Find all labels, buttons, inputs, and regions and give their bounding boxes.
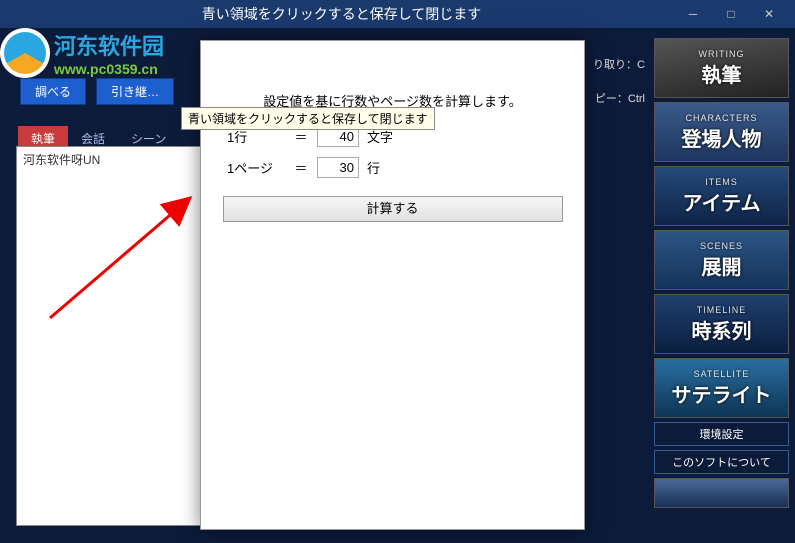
- logo-text: 河东软件园 www.pc0359.cn: [54, 29, 164, 77]
- nav-jp-label: 登場人物: [682, 123, 762, 152]
- calc-dialog: 設定値を基に行数やページ数を計算します。 青い領域をクリックすると保存して閉じま…: [200, 40, 585, 530]
- nav-jp-label: 執筆: [702, 59, 742, 88]
- maximize-button[interactable]: □: [713, 2, 749, 26]
- row2-equals: ＝: [293, 158, 309, 177]
- nav-scenes[interactable]: SCENES 展開: [654, 230, 789, 290]
- nav-eng-label: TIMELINE: [697, 305, 747, 315]
- shortcut-cut-hint: り取り：C: [593, 56, 645, 72]
- minimize-button[interactable]: ─: [675, 2, 711, 26]
- shortcut-copy-hint: ピー：Ctrl: [595, 90, 645, 106]
- nav-eng-label: WRITING: [699, 49, 745, 59]
- main-area: 河东软件园 www.pc0359.cn り取り：C ピー：Ctrl 調べる 引き…: [0, 28, 795, 543]
- nav-jp-label: サテライト: [672, 379, 772, 408]
- window-controls: ─ □ ✕: [675, 2, 787, 26]
- row2-label: 1ページ: [227, 158, 285, 177]
- nav-about[interactable]: このソフトについて: [654, 450, 789, 474]
- lines-per-page-input[interactable]: [317, 157, 359, 178]
- nav-jp-label: 時系列: [692, 315, 752, 344]
- row2-unit: 行: [367, 158, 380, 177]
- logo-icon: [0, 28, 50, 78]
- row-lines-per-page: 1ページ ＝ 行: [227, 157, 584, 178]
- nav-extra-thumb[interactable]: [654, 478, 789, 508]
- close-button[interactable]: ✕: [751, 2, 787, 26]
- nav-characters[interactable]: CHARACTERS 登場人物: [654, 102, 789, 162]
- editor-content: 河东软件呀UN: [23, 153, 100, 167]
- dialog-tooltip: 青い領域をクリックすると保存して閉じます: [181, 107, 435, 130]
- nav-eng-label: SCENES: [700, 241, 743, 251]
- nav-writing[interactable]: WRITING 執筆: [654, 38, 789, 98]
- nav-settings[interactable]: 環境設定: [654, 422, 789, 446]
- nav-items[interactable]: ITEMS アイテム: [654, 166, 789, 226]
- logo-sub-text: www.pc0359.cn: [54, 61, 164, 77]
- nav-eng-label: ITEMS: [705, 177, 738, 187]
- calculate-button[interactable]: 計算する: [223, 196, 563, 222]
- nav-eng-label: SATELLITE: [694, 369, 750, 379]
- nav-jp-label: アイテム: [683, 187, 761, 216]
- nav-jp-label: 展開: [702, 251, 742, 280]
- logo-main-text: 河东软件园: [54, 29, 164, 61]
- nav-satellite[interactable]: SATELLITE サテライト: [654, 358, 789, 418]
- right-nav-panel: WRITING 執筆 CHARACTERS 登場人物 ITEMS アイテム SC…: [654, 38, 789, 508]
- nav-timeline[interactable]: TIMELINE 時系列: [654, 294, 789, 354]
- watermark-logo: 河东软件园 www.pc0359.cn: [0, 18, 220, 88]
- nav-eng-label: CHARACTERS: [685, 113, 757, 123]
